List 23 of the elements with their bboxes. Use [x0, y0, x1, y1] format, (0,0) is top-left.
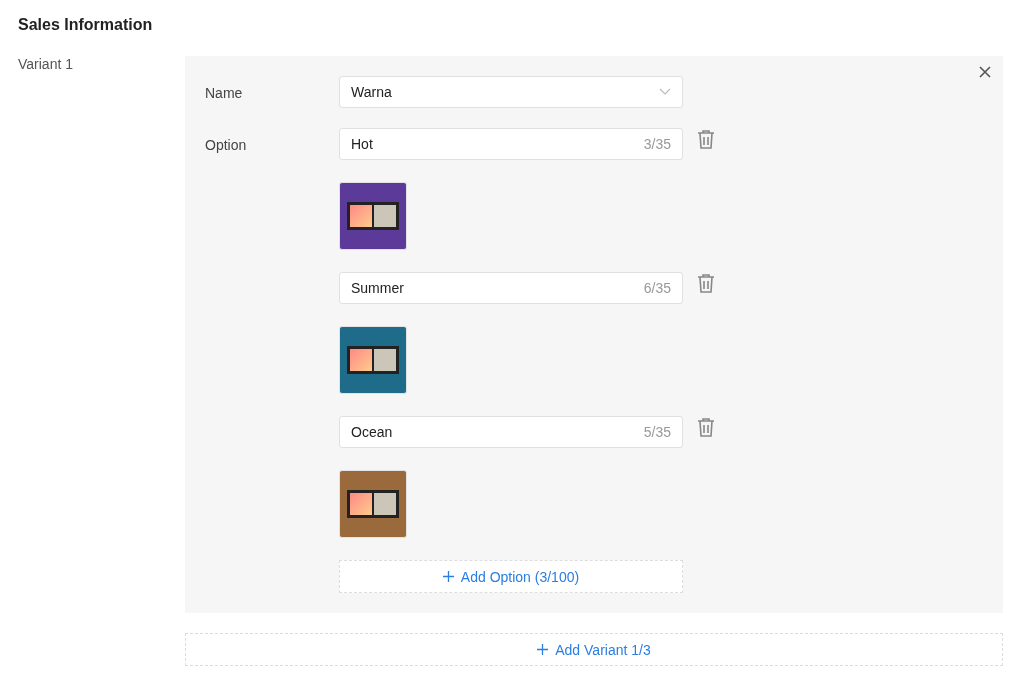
character-count: 6/35 — [643, 280, 671, 296]
close-icon[interactable] — [979, 66, 991, 78]
name-dropdown[interactable]: Warna — [339, 76, 683, 108]
trash-icon[interactable] — [697, 273, 715, 293]
option-label: Option — [205, 136, 248, 155]
option-input[interactable]: Summer 6/35 — [339, 272, 683, 304]
variant-label: Variant 1 — [18, 56, 74, 74]
character-count: 5/35 — [643, 424, 671, 440]
character-count: 3/35 — [643, 136, 671, 152]
add-variant-button[interactable]: Add Variant 1/3 — [185, 633, 1003, 666]
product-photo-placeholder[interactable] — [339, 470, 407, 538]
product-photo-placeholder[interactable] — [339, 326, 407, 394]
plus-icon — [537, 644, 549, 655]
chevron-down-icon — [659, 88, 671, 96]
plus-icon — [442, 571, 454, 582]
section-title: Sales Information — [18, 16, 154, 34]
add-option-button[interactable]: Add Option (3/100) — [339, 560, 683, 593]
option-input[interactable]: Ocean 5/35 — [339, 416, 683, 448]
option-input[interactable]: Hot 3/35 — [339, 128, 683, 160]
name-label: Name — [205, 84, 244, 103]
trash-icon[interactable] — [697, 417, 715, 437]
trash-icon[interactable] — [697, 129, 715, 149]
product-photo-placeholder[interactable] — [339, 182, 407, 250]
